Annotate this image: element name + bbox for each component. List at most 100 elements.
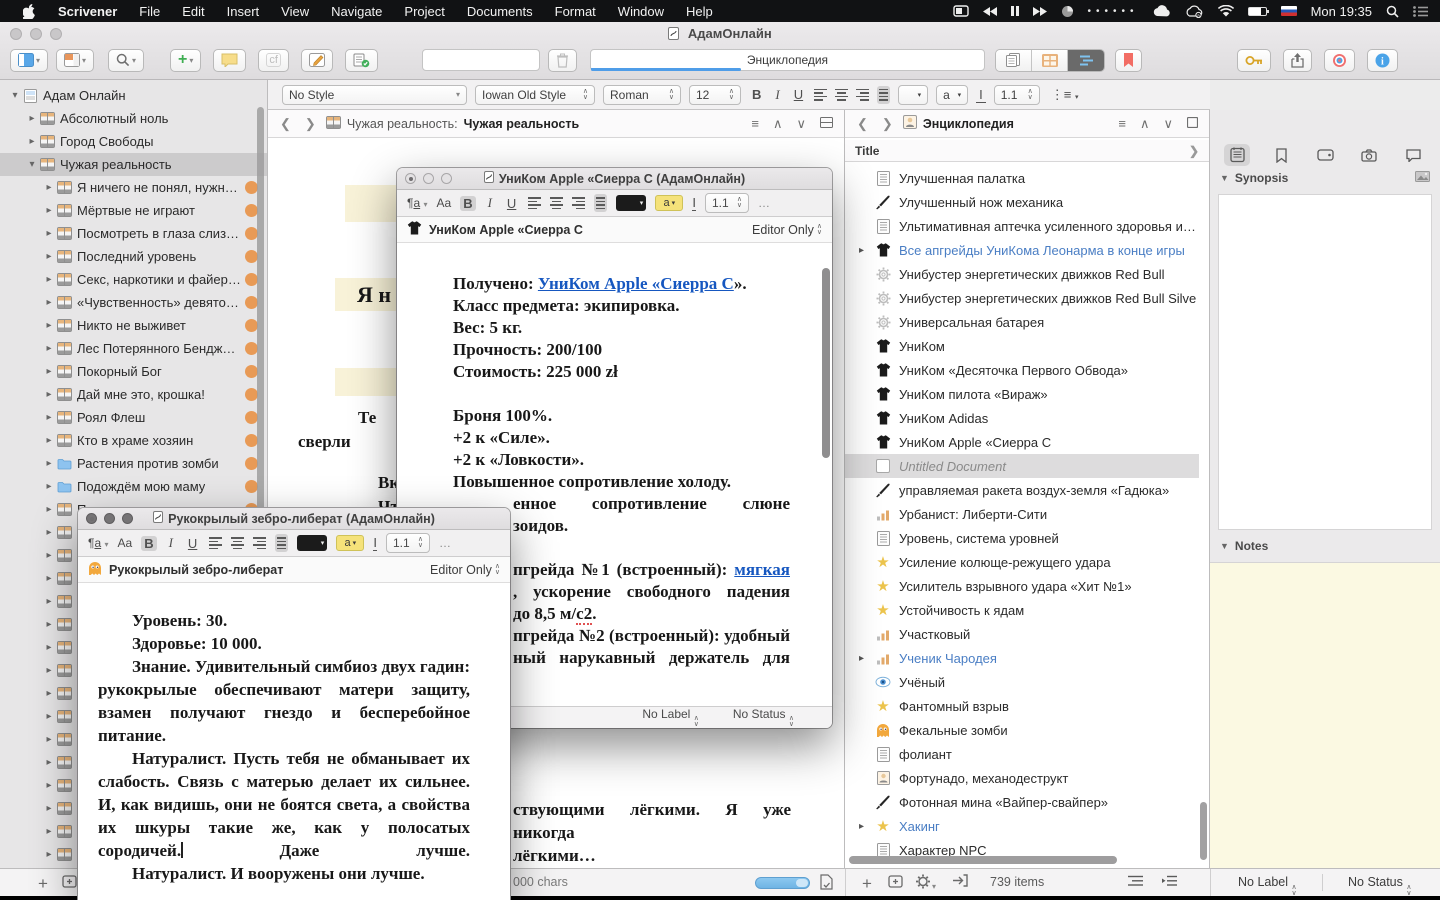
- text-color-well[interactable]: ▾: [616, 195, 646, 211]
- binder-row[interactable]: ▸Мёртвые не играют: [0, 199, 267, 222]
- comments-tab-icon[interactable]: [1400, 144, 1426, 166]
- binder-row[interactable]: ▸Дай мне это, крошка!: [0, 383, 267, 406]
- outliner-expand-icon[interactable]: [1184, 116, 1201, 131]
- forward-arrow-icon[interactable]: ❯: [301, 116, 320, 132]
- editor-prev-icon[interactable]: ∧: [770, 116, 786, 132]
- menu-item-navigate[interactable]: Navigate: [320, 0, 393, 22]
- align-justify-button[interactable]: [877, 86, 890, 104]
- disclosure-triangle-icon[interactable]: ▸: [42, 826, 56, 837]
- outline-row[interactable]: Ультимативная аптечка усиленного здоровь…: [845, 214, 1199, 238]
- binder-row[interactable]: ▸Последний уровень: [0, 245, 267, 268]
- spotlight-icon[interactable]: [1386, 5, 1399, 18]
- binder-add-icon[interactable]: +: [38, 874, 48, 894]
- outline-row[interactable]: Уровень, система уровней: [845, 526, 1199, 550]
- notes-tab-icon[interactable]: [1224, 144, 1250, 166]
- collapse-all-icon[interactable]: [1162, 874, 1177, 891]
- outline-hscrollbar[interactable]: [845, 855, 1209, 865]
- disclosure-triangle-icon[interactable]: ▸: [42, 205, 56, 216]
- quickref-scrollbar[interactable]: [822, 268, 830, 458]
- rewind-icon[interactable]: [983, 7, 997, 16]
- menu-item-scrivener[interactable]: Scrivener: [47, 0, 128, 22]
- disclosure-triangle-icon[interactable]: ▾: [25, 159, 39, 170]
- underline-button[interactable]: U: [185, 536, 200, 551]
- align-center-button[interactable]: [231, 535, 244, 551]
- align-left-button[interactable]: [528, 195, 541, 211]
- bookmark-button[interactable]: [1115, 49, 1142, 72]
- compile-button[interactable]: [345, 49, 378, 72]
- pause-icon[interactable]: [1011, 6, 1019, 16]
- underline-button[interactable]: U: [504, 196, 519, 211]
- outliner-menu-icon[interactable]: ≡: [1115, 116, 1129, 131]
- disclosure-triangle-icon[interactable]: ▸: [42, 688, 56, 699]
- disclosure-triangle-icon[interactable]: ▸: [42, 803, 56, 814]
- outline-row[interactable]: ★Фантомный взрыв: [845, 694, 1199, 718]
- editor-next-icon[interactable]: ∨: [793, 116, 809, 132]
- menu-clock[interactable]: Mon 19:35: [1311, 4, 1372, 19]
- disclosure-triangle-icon[interactable]: ▸: [859, 653, 873, 664]
- font-style-icon[interactable]: Aa: [118, 536, 133, 550]
- zoom-button[interactable]: [122, 513, 133, 524]
- underline-button[interactable]: U: [791, 87, 806, 102]
- targets-button[interactable]: [1324, 49, 1355, 72]
- disclosure-triangle-icon[interactable]: ▸: [859, 245, 873, 256]
- menu-item-documents[interactable]: Documents: [456, 0, 544, 22]
- menu-item-help[interactable]: Help: [675, 0, 724, 22]
- outline-row[interactable]: управляемая ракета воздух-земля «Гадюка»: [845, 478, 1199, 502]
- align-center-button[interactable]: [550, 195, 563, 211]
- binder-row[interactable]: ▸Покорный Бог: [0, 360, 267, 383]
- outliner-next-icon[interactable]: ∨: [1160, 116, 1176, 132]
- more-icon[interactable]: …: [439, 536, 451, 550]
- disclosure-triangle-icon[interactable]: ▸: [42, 182, 56, 193]
- disclosure-triangle-icon[interactable]: ▸: [42, 320, 56, 331]
- switcher-icon[interactable]: [1413, 6, 1428, 17]
- bold-button[interactable]: B: [460, 196, 475, 211]
- menu-item-project[interactable]: Project: [393, 0, 455, 22]
- outline-row[interactable]: УниКом пилота «Вираж»: [845, 382, 1199, 406]
- menu-item-format[interactable]: Format: [544, 0, 607, 22]
- outline-row[interactable]: УниКом Adidas: [845, 406, 1199, 430]
- cloud-icon[interactable]: [1153, 5, 1171, 17]
- highlight-well[interactable]: a▾: [336, 535, 364, 551]
- outline-row[interactable]: Унибустер энергетических движков Red Bul…: [845, 262, 1199, 286]
- status-selector[interactable]: No Status ∧∨: [1348, 875, 1412, 897]
- corkboard-view-button[interactable]: [1032, 50, 1068, 71]
- editor-only-selector[interactable]: Editor Only∧∨: [752, 223, 822, 237]
- outline-row[interactable]: фолиант: [845, 742, 1199, 766]
- close-button[interactable]: [86, 513, 97, 524]
- outline-row[interactable]: УниКом Apple «Сиерра С: [845, 430, 1199, 454]
- binder-row[interactable]: ▸Секс, наркотики и файер…: [0, 268, 267, 291]
- outline-row[interactable]: Унибустер энергетических движков Red Bul…: [845, 286, 1199, 310]
- align-justify-button[interactable]: [594, 194, 607, 212]
- label-selector[interactable]: No Label ∧∨: [1238, 875, 1297, 897]
- menu-item-insert[interactable]: Insert: [216, 0, 271, 22]
- font-select[interactable]: Iowan Old Style∧∨: [475, 85, 595, 105]
- inspector-button[interactable]: i: [1367, 49, 1398, 72]
- align-left-button[interactable]: [209, 535, 222, 551]
- binder-row[interactable]: ▾Адам Онлайн: [0, 84, 267, 107]
- fast-forward-icon[interactable]: [1033, 7, 1047, 16]
- text-color-well[interactable]: ▾: [898, 85, 928, 105]
- disclosure-triangle-icon[interactable]: ▸: [42, 734, 56, 745]
- binder-row[interactable]: ▸Посмотреть в глаза слиз…: [0, 222, 267, 245]
- apple-menu-icon[interactable]: [12, 0, 47, 22]
- import-icon[interactable]: [952, 874, 968, 891]
- notes-section-header[interactable]: ▼Notes: [1210, 534, 1440, 558]
- close-button[interactable]: [405, 173, 416, 184]
- menu-item-file[interactable]: File: [128, 0, 171, 22]
- disclosure-triangle-icon[interactable]: ▸: [42, 711, 56, 722]
- minimize-button[interactable]: [104, 513, 115, 524]
- line-spacing-icon[interactable]: I: [373, 535, 377, 551]
- gear-icon[interactable]: ▾: [916, 874, 936, 893]
- column-options-icon[interactable]: ❯: [1189, 144, 1199, 158]
- highlight-well[interactable]: a▾: [655, 195, 683, 211]
- align-left-button[interactable]: [814, 87, 827, 103]
- keywords-button[interactable]: [1237, 49, 1271, 72]
- disclosure-triangle-icon[interactable]: ▸: [42, 757, 56, 768]
- disclosure-triangle-icon[interactable]: ▸: [42, 435, 56, 446]
- paragraph-style-icon[interactable]: ¶a ▾: [407, 196, 428, 210]
- highlight-well[interactable]: a▾: [936, 85, 968, 105]
- align-right-button[interactable]: [856, 87, 869, 103]
- line-spacing-icon[interactable]: I: [976, 87, 986, 103]
- align-center-button[interactable]: [835, 87, 848, 103]
- italic-button[interactable]: I: [772, 87, 782, 103]
